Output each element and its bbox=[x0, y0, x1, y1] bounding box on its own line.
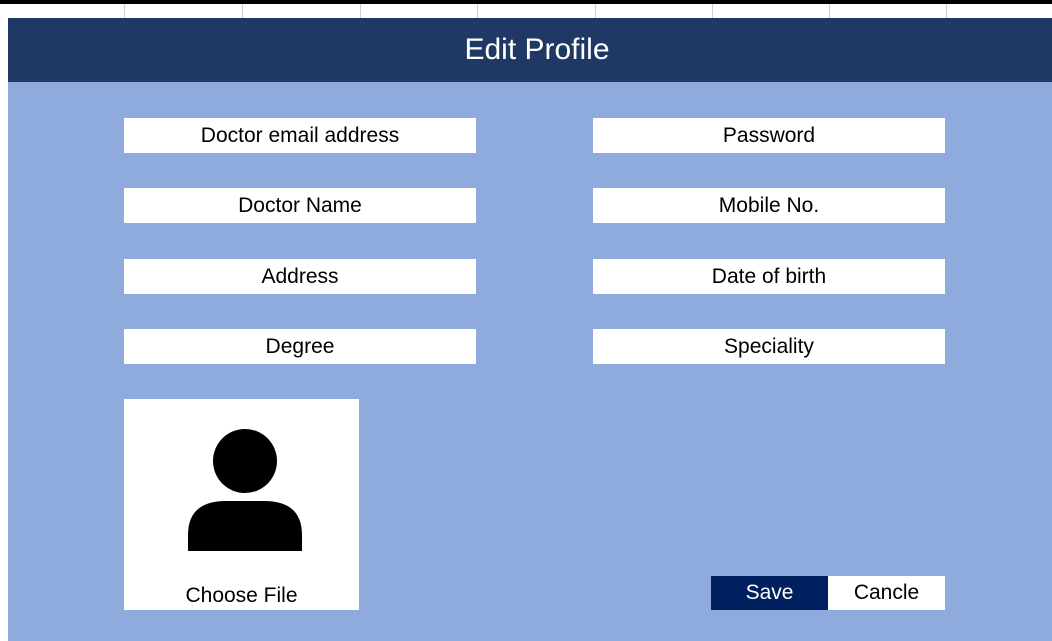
date-of-birth-field[interactable]: Date of birth bbox=[593, 259, 945, 294]
profile-photo-upload[interactable]: Choose File bbox=[124, 399, 359, 610]
grid-line bbox=[829, 4, 830, 18]
save-button[interactable]: Save bbox=[711, 576, 828, 610]
spreadsheet-gridlines bbox=[0, 0, 1052, 18]
degree-field[interactable]: Degree bbox=[124, 329, 476, 364]
degree-placeholder: Degree bbox=[265, 334, 335, 358]
date-of-birth-placeholder: Date of birth bbox=[711, 264, 827, 288]
doctor-email-field[interactable]: Doctor email address bbox=[124, 118, 476, 153]
doctor-name-field[interactable]: Doctor Name bbox=[124, 188, 476, 223]
address-placeholder: Address bbox=[261, 264, 339, 288]
address-field[interactable]: Address bbox=[124, 259, 476, 294]
cancel-button[interactable]: Cancle bbox=[828, 576, 945, 610]
speciality-field[interactable]: Speciality bbox=[593, 329, 945, 364]
password-field[interactable]: Password bbox=[593, 118, 945, 153]
doctor-name-placeholder: Doctor Name bbox=[238, 193, 362, 217]
grid-line bbox=[124, 4, 125, 18]
doctor-email-placeholder: Doctor email address bbox=[200, 123, 400, 147]
mobile-field[interactable]: Mobile No. bbox=[593, 188, 945, 223]
grid-line bbox=[946, 4, 947, 18]
grid-line bbox=[595, 4, 596, 18]
password-placeholder: Password bbox=[722, 123, 816, 147]
grid-line bbox=[477, 4, 478, 18]
mobile-placeholder: Mobile No. bbox=[718, 193, 820, 217]
header-bar: Edit Profile bbox=[8, 18, 1052, 82]
edit-profile-panel: Edit Profile Doctor email address Doctor… bbox=[8, 18, 1052, 641]
choose-file-label[interactable]: Choose File bbox=[124, 584, 359, 608]
grid-line bbox=[360, 4, 361, 18]
speciality-placeholder: Speciality bbox=[724, 334, 814, 358]
user-avatar-icon bbox=[188, 429, 302, 551]
top-border bbox=[0, 0, 1052, 4]
page-title: Edit Profile bbox=[464, 33, 610, 66]
grid-line bbox=[242, 4, 243, 18]
grid-line bbox=[712, 4, 713, 18]
